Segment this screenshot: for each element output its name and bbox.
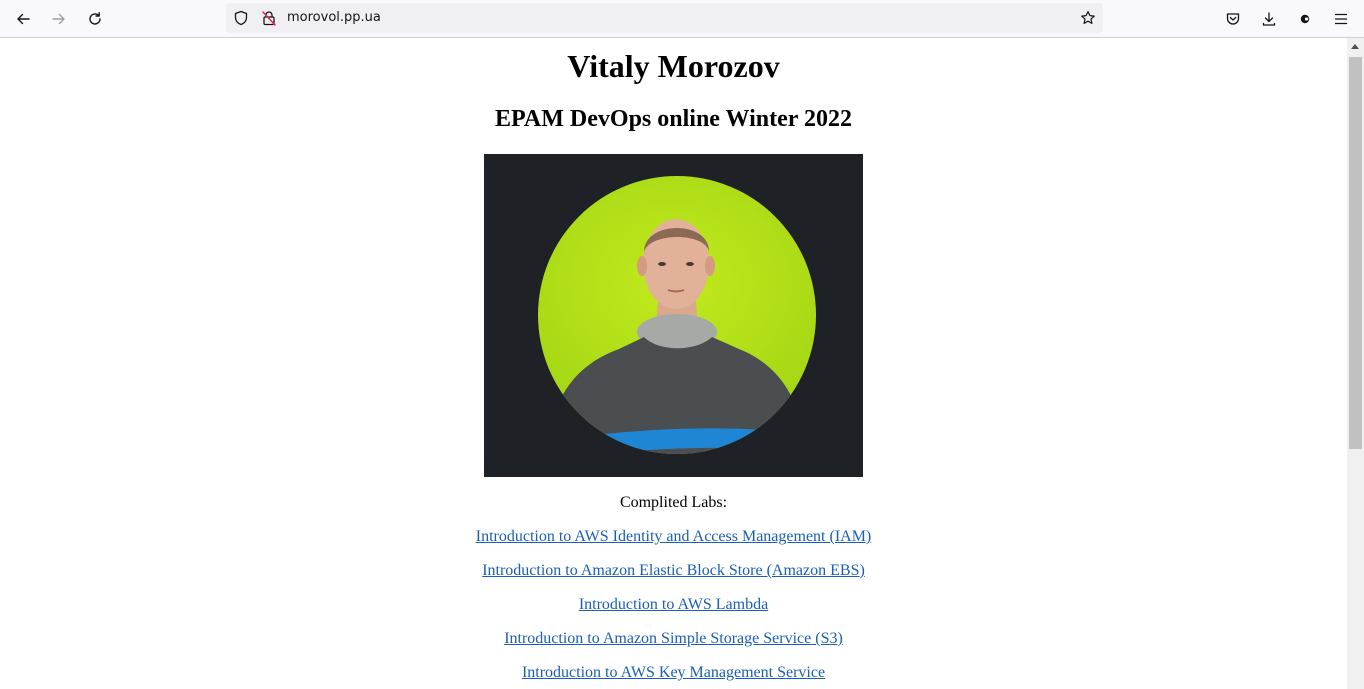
labs-heading: Complited Labs: [619, 494, 728, 511]
menu-button[interactable] [1326, 4, 1356, 34]
browser-toolbar: morovol.pp.ua [0, 0, 1364, 38]
pocket-icon [1226, 13, 1240, 25]
star-icon[interactable] [1080, 10, 1096, 26]
lab-link-kms[interactable]: Introduction to AWS Key Management Servi… [522, 664, 825, 681]
lab-link-item: Introduction to Amazon Simple Storage Se… [0, 629, 1347, 649]
extensions-button[interactable] [1290, 4, 1320, 34]
lab-link-item: Introduction to AWS Identity and Access … [0, 527, 1347, 547]
lab-link-iam[interactable]: Introduction to AWS Identity and Access … [476, 528, 872, 545]
back-arrow-icon [17, 13, 30, 25]
address-bar[interactable]: morovol.pp.ua [226, 3, 1103, 33]
extension-icon [1300, 14, 1310, 24]
back-button[interactable] [8, 4, 38, 34]
pocket-button[interactable] [1218, 4, 1248, 34]
url-text[interactable]: morovol.pp.ua [287, 3, 381, 33]
insecure-lock-icon[interactable] [261, 10, 277, 26]
hamburger-menu-icon [1334, 13, 1348, 25]
forward-arrow-icon [52, 13, 65, 25]
page-subtitle: EPAM DevOps online Winter 2022 [495, 106, 852, 132]
lab-link-ebs[interactable]: Introduction to Amazon Elastic Block Sto… [482, 562, 865, 579]
profile-photo-image [538, 176, 816, 454]
shield-icon[interactable] [233, 10, 249, 26]
vertical-scrollbar[interactable] [1347, 38, 1364, 689]
scroll-up-arrow-icon[interactable] [1351, 44, 1359, 49]
page-title: Vitaly Morozov [567, 48, 780, 84]
reload-icon [89, 12, 101, 25]
page-viewport: Vitaly Morozov EPAM DevOps online Winter… [0, 38, 1347, 689]
lab-link-item: Introduction to AWS Key Management Servi… [0, 663, 1347, 683]
lab-link-s3[interactable]: Introduction to Amazon Simple Storage Se… [504, 630, 843, 647]
profile-photo [484, 154, 863, 477]
reload-button[interactable] [80, 4, 110, 34]
scrollbar-thumb[interactable] [1349, 57, 1362, 449]
lab-link-item: Introduction to Amazon Elastic Block Sto… [0, 561, 1347, 581]
forward-button[interactable] [44, 4, 74, 34]
downloads-button[interactable] [1254, 4, 1284, 34]
lab-link-lambda[interactable]: Introduction to AWS Lambda [579, 596, 768, 613]
lab-link-item: Introduction to AWS Lambda [0, 595, 1347, 615]
download-icon [1262, 12, 1276, 26]
